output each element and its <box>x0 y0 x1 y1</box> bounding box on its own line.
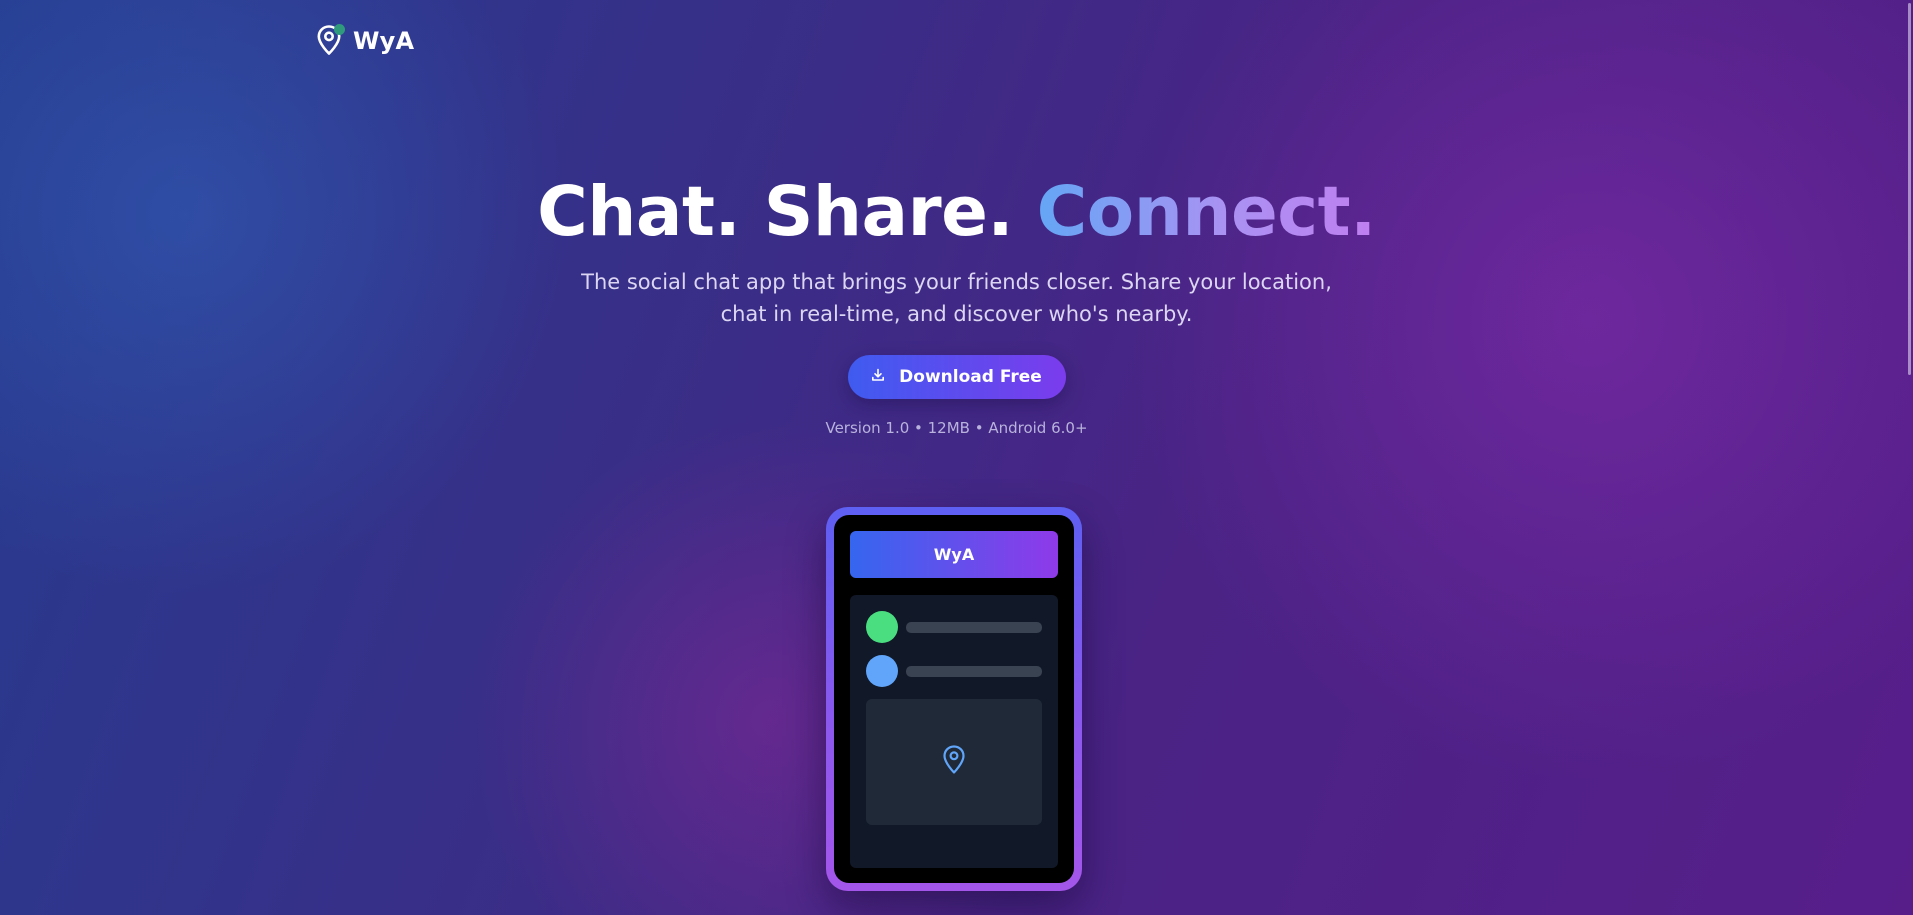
version-info: Version 1.0 • 12MB • Android 6.0+ <box>825 419 1088 437</box>
page-scrollbar[interactable] <box>1905 0 1913 915</box>
online-status-dot <box>334 24 345 35</box>
download-button-label: Download Free <box>899 367 1042 387</box>
download-button[interactable]: Download Free <box>847 355 1066 399</box>
contact-row <box>866 611 1042 643</box>
contact-name-placeholder <box>906 665 1042 677</box>
phone-app-title: WyA <box>933 545 975 564</box>
map-preview <box>866 699 1042 825</box>
headline-part1: Chat. Share. <box>537 172 1014 252</box>
phone-mockup: WyA <box>826 507 1082 891</box>
phone-app-header: WyA <box>850 531 1058 578</box>
phone-screen: WyA <box>834 515 1074 883</box>
phone-app-body <box>850 595 1058 868</box>
scrollbar-thumb[interactable] <box>1908 3 1911 375</box>
headline-accent: Connect. <box>1036 172 1377 252</box>
brand-name[interactable]: WyA <box>353 27 414 55</box>
hero-section: Chat. Share. Connect. The social chat ap… <box>0 170 1913 437</box>
hero-subtitle: The social chat app that brings your fri… <box>581 270 1332 326</box>
download-icon <box>871 367 885 387</box>
contact-row <box>866 655 1042 687</box>
contact-name-placeholder <box>906 621 1042 633</box>
hero-headline: Chat. Share. Connect. <box>0 170 1913 254</box>
avatar <box>866 655 898 687</box>
map-pin-icon[interactable] <box>315 24 345 58</box>
avatar <box>866 611 898 643</box>
site-header: WyA <box>315 24 414 58</box>
map-pin-icon <box>941 744 967 780</box>
